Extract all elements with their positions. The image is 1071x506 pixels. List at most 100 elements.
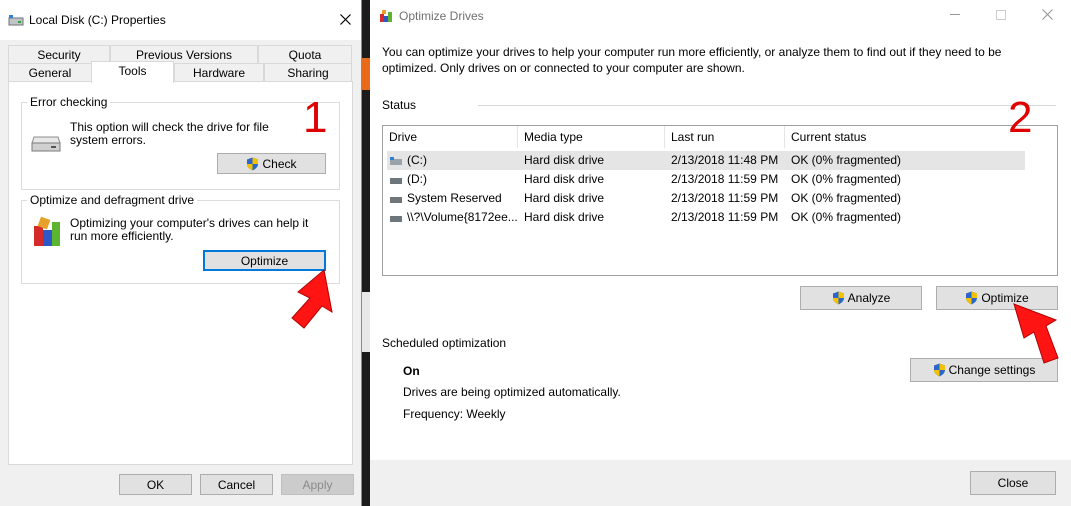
red-arrow-icon — [1013, 303, 1059, 364]
scheduled-description: Drives are being optimized automatically… — [403, 385, 621, 399]
table-row[interactable]: \\?\Volume{8172ee... Hard disk drive 2/1… — [387, 208, 1025, 227]
tab-label: General — [28, 65, 72, 80]
tab-label: Sharing — [287, 65, 329, 80]
close-icon — [340, 14, 351, 25]
column-header-last-run[interactable]: Last run — [665, 126, 785, 148]
close-button[interactable]: Close — [970, 471, 1056, 495]
optimize-content: You can optimize your drives to help you… — [370, 32, 1071, 460]
tab-sharing[interactable]: Sharing — [264, 63, 352, 81]
apply-button-label: Apply — [302, 477, 333, 492]
last-run-cell: 2/13/2018 11:48 PM — [671, 153, 779, 167]
drive-name: System Reserved — [407, 191, 502, 205]
media-type-cell: Hard disk drive — [524, 210, 605, 224]
error-checking-description: This option will check the drive for fil… — [70, 120, 269, 147]
maximize-icon — [996, 10, 1006, 20]
cancel-button-label: Cancel — [217, 477, 256, 492]
media-type-cell: Hard disk drive — [524, 172, 605, 186]
minimize-icon — [950, 14, 960, 15]
maximize-button[interactable] — [986, 4, 1016, 26]
scheduled-state: On — [403, 364, 420, 378]
optimize-window-title: Optimize Drives — [399, 9, 484, 23]
annotation-number-1: 1 — [303, 93, 328, 142]
column-header-drive[interactable]: Drive — [383, 126, 518, 148]
column-header-label: Media type — [524, 130, 583, 144]
drive-cell: (C:) — [390, 153, 427, 167]
table-row[interactable]: (C:) Hard disk drive 2/13/2018 11:48 PM … — [387, 151, 1025, 170]
drive-icon — [8, 15, 24, 26]
status-label: Status — [382, 98, 417, 112]
drive-cell: \\?\Volume{8172ee... — [390, 210, 518, 224]
properties-dialog: Local Disk (C:) Properties Security Prev… — [0, 0, 362, 506]
error-checking-title: Error checking — [27, 95, 111, 109]
ok-button-label: OK — [146, 477, 165, 492]
drive-name: \\?\Volume{8172ee... — [407, 210, 518, 224]
uac-shield-icon — [832, 291, 844, 305]
drive-cell: System Reserved — [390, 191, 502, 205]
close-icon — [1042, 9, 1053, 20]
drive-name: (D:) — [407, 172, 427, 186]
optimize-description: Optimizing your computer's drives can he… — [70, 216, 309, 243]
column-header-current-status[interactable]: Current status — [785, 126, 1021, 148]
last-run-cell: 2/13/2018 11:59 PM — [671, 191, 779, 205]
properties-title-bar: Local Disk (C:) Properties — [0, 0, 361, 40]
optimize-button-label: Optimize — [240, 253, 289, 268]
column-header-label: Current status — [791, 130, 867, 144]
tab-label: Security — [37, 47, 81, 62]
defrag-app-icon — [380, 10, 392, 22]
current-status-cell: OK (0% fragmented) — [791, 172, 902, 186]
drive-cell: (D:) — [390, 172, 427, 186]
close-button-label: Close — [997, 476, 1029, 490]
current-status-cell: OK (0% fragmented) — [791, 191, 902, 205]
system-drive-icon — [390, 156, 402, 165]
table-row[interactable]: (D:) Hard disk drive 2/13/2018 11:59 PM … — [387, 170, 1025, 189]
current-status-cell: OK (0% fragmented) — [791, 210, 902, 224]
status-divider — [478, 105, 1056, 106]
hard-drive-icon — [31, 136, 61, 152]
tab-label: Tools — [118, 64, 147, 78]
media-type-cell: Hard disk drive — [524, 191, 605, 205]
uac-shield-icon — [933, 363, 945, 377]
optimize-title-bar: Optimize Drives — [370, 0, 1071, 32]
ok-button[interactable]: OK — [119, 474, 192, 495]
tab-tools[interactable]: Tools — [91, 61, 174, 83]
optimize-drives-window: Optimize Drives You can optimize your dr… — [370, 0, 1071, 506]
tab-label: Hardware — [192, 65, 246, 80]
red-arrow-icon — [291, 269, 333, 329]
background-light — [362, 292, 370, 352]
hard-drive-icon — [390, 215, 402, 222]
background-accent — [362, 58, 370, 90]
properties-close-button[interactable] — [330, 8, 360, 32]
tab-label: Previous Versions — [135, 47, 233, 62]
column-header-label: Last run — [671, 130, 715, 144]
hard-drive-icon — [390, 196, 402, 203]
tab-hardware[interactable]: Hardware — [174, 63, 264, 81]
scheduled-frequency: Frequency: Weekly — [403, 407, 506, 421]
apply-button[interactable]: Apply — [281, 474, 354, 495]
defrag-icon — [34, 216, 60, 246]
drive-name: (C:) — [407, 153, 427, 167]
scheduled-optimization-label: Scheduled optimization — [382, 336, 507, 350]
properties-title: Local Disk (C:) Properties — [29, 13, 166, 27]
intro-text: You can optimize your drives to help you… — [382, 45, 1002, 75]
current-status-cell: OK (0% fragmented) — [791, 153, 902, 167]
uac-shield-icon — [966, 291, 978, 305]
media-type-cell: Hard disk drive — [524, 153, 605, 167]
tab-quota[interactable]: Quota — [258, 45, 352, 63]
uac-shield-icon — [247, 157, 259, 170]
drive-list[interactable]: Drive Media type Last run Current status… — [382, 125, 1058, 276]
check-button[interactable]: Check — [217, 153, 326, 174]
last-run-cell: 2/13/2018 11:59 PM — [671, 172, 779, 186]
tab-label: Quota — [288, 47, 322, 62]
background-strip — [362, 0, 370, 506]
check-button-label: Check — [262, 156, 297, 171]
last-run-cell: 2/13/2018 11:59 PM — [671, 210, 779, 224]
analyze-button-label: Analyze — [847, 291, 891, 305]
window-close-button[interactable] — [1032, 4, 1062, 26]
hard-drive-icon — [390, 177, 402, 184]
cancel-button[interactable]: Cancel — [200, 474, 273, 495]
analyze-button[interactable]: Analyze — [800, 286, 922, 310]
tab-general[interactable]: General — [8, 63, 92, 81]
table-row[interactable]: System Reserved Hard disk drive 2/13/201… — [387, 189, 1025, 208]
column-header-media-type[interactable]: Media type — [518, 126, 665, 148]
minimize-button[interactable] — [940, 4, 970, 26]
